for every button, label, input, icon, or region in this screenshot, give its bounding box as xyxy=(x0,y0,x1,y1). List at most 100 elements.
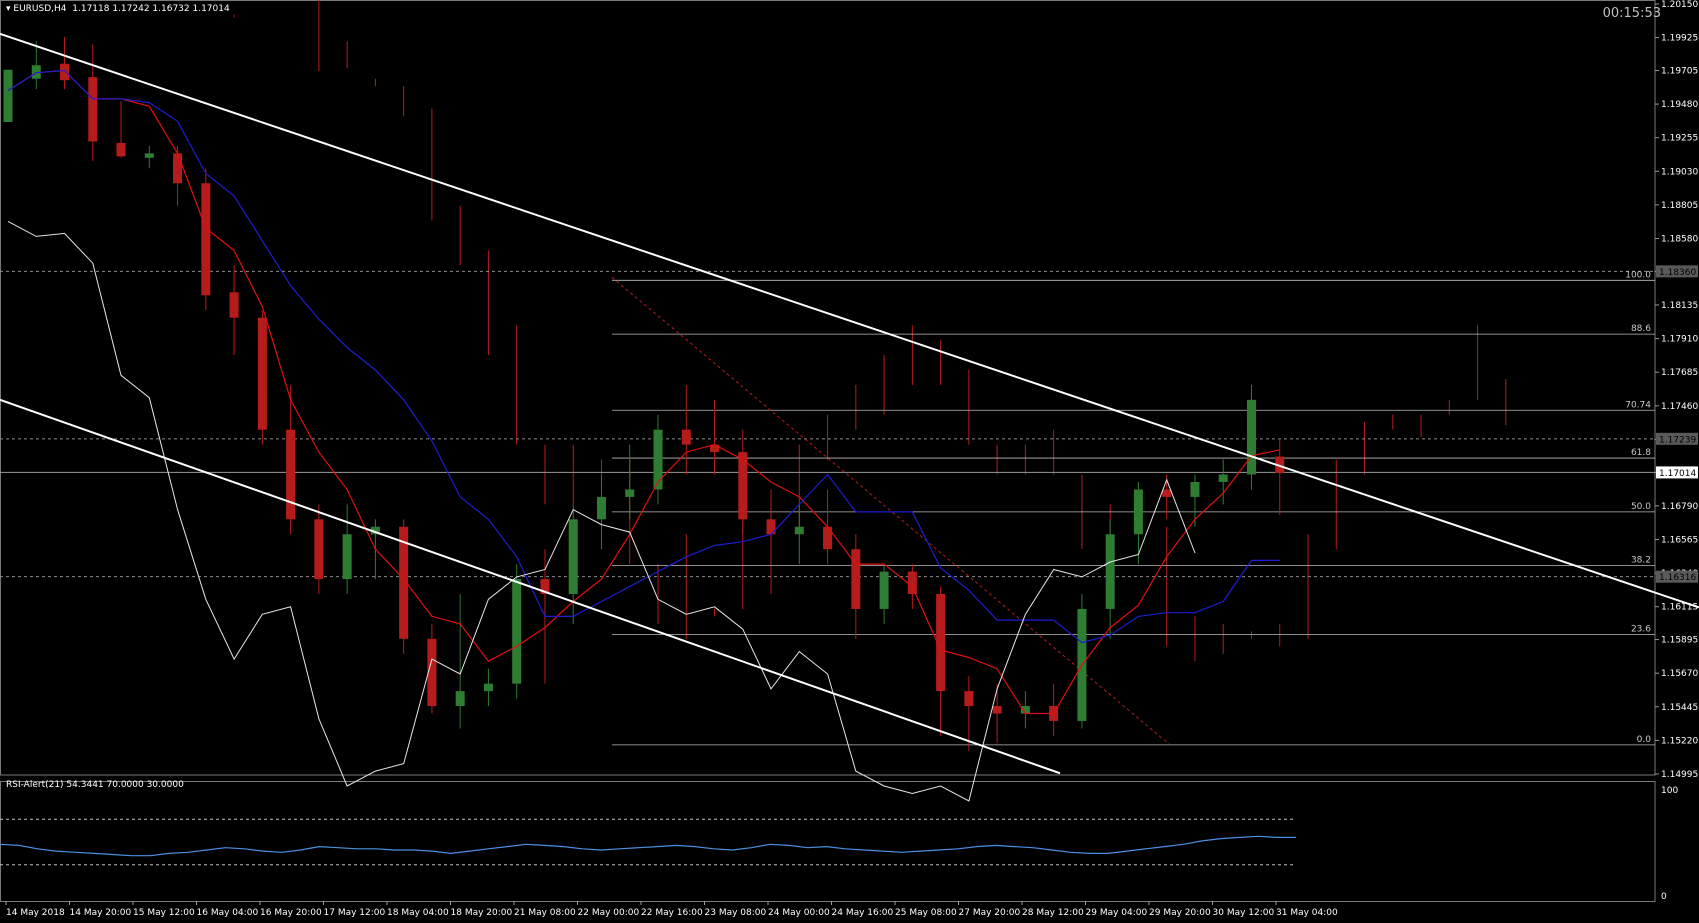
x-tick-label: 24 May 00:00 xyxy=(768,908,830,918)
rsi-y-tick-label: 0 xyxy=(1661,892,1667,902)
x-tick-label: 21 May 08:00 xyxy=(514,908,576,918)
x-tick-label: 24 May 16:00 xyxy=(832,908,894,918)
y-tick-label: 1.17460 xyxy=(1661,402,1698,412)
candle-body xyxy=(201,183,211,296)
y-tick-label: 1.19030 xyxy=(1661,167,1698,177)
x-tick-label: 22 May 00:00 xyxy=(578,908,640,918)
candle-body xyxy=(116,142,126,157)
x-tick-label: 18 May 20:00 xyxy=(451,908,513,918)
candle-body xyxy=(1133,489,1143,535)
x-tick-label: 17 May 12:00 xyxy=(324,908,386,918)
x-tick-label: 31 May 04:00 xyxy=(1276,908,1338,918)
y-tick-label: 1.14995 xyxy=(1661,770,1698,780)
candle-body xyxy=(653,429,663,490)
candle-body xyxy=(964,691,974,707)
rsi-line xyxy=(0,835,1296,857)
x-tick-label: 29 May 20:00 xyxy=(1149,908,1211,918)
y-tick-label: 1.19705 xyxy=(1661,66,1698,76)
x-tick-label: 23 May 08:00 xyxy=(705,908,767,918)
lower-trendline xyxy=(0,398,1061,775)
rsi-plot-frame xyxy=(0,781,1656,902)
symbol-info: ▾ EURUSD,H4 1.17118 1.17242 1.16732 1.17… xyxy=(6,4,230,14)
candle-body xyxy=(3,69,13,123)
candle-body xyxy=(992,706,1002,714)
y-tick-label: 1.15220 xyxy=(1661,736,1698,746)
fib-level-label: 38.2 xyxy=(1631,556,1651,566)
candle-body xyxy=(681,429,691,445)
candle-body xyxy=(1246,399,1256,475)
main-plot-frame xyxy=(0,0,1656,776)
x-tick-label: 16 May 20:00 xyxy=(260,908,322,918)
x-tick-label: 29 May 04:00 xyxy=(1086,908,1148,918)
fib-level-label: 61.8 xyxy=(1631,448,1651,458)
x-tick-label: 22 May 16:00 xyxy=(641,908,703,918)
candle-timer: 00:15:53 xyxy=(1602,6,1661,21)
fib-level-label: 100.0 xyxy=(1625,270,1651,280)
candle-body xyxy=(879,571,889,609)
fib-level-label: 70.74 xyxy=(1625,400,1651,410)
rsi-indicator-title: RSI-Alert(21) 54.3441 70.0000 30.0000 xyxy=(6,780,184,790)
candle-body xyxy=(568,519,578,595)
candle-body xyxy=(455,691,465,707)
symbol-label: EURUSD,H4 xyxy=(13,4,67,14)
candle-body xyxy=(286,429,296,520)
candle-body xyxy=(907,571,917,595)
y-tick-label: 1.19480 xyxy=(1661,100,1698,110)
candle-body xyxy=(483,683,493,692)
x-tick-label: 14 May 20:00 xyxy=(70,908,132,918)
y-tick-label: 1.15670 xyxy=(1661,669,1698,679)
rsi-y-tick-label: 100 xyxy=(1661,786,1678,796)
ohlc-values: 1.17118 1.17242 1.16732 1.17014 xyxy=(72,4,230,14)
candle-body xyxy=(1162,489,1172,497)
fib-level-label: 50.0 xyxy=(1631,502,1651,512)
x-tick-label: 14 May 2018 xyxy=(6,908,65,918)
candle-body xyxy=(342,534,352,580)
candle-body xyxy=(144,153,154,158)
y-tick-label: 1.19925 xyxy=(1661,34,1698,44)
price-label-text: 1.18360 xyxy=(1659,268,1696,278)
candle-body xyxy=(1190,481,1200,497)
candle-body xyxy=(88,77,98,142)
x-tick-label: 18 May 04:00 xyxy=(387,908,449,918)
chart-canvas: 100.0 88.6 70.74 61.8 50.0 38.2 23.6 0.0 1.20150… xyxy=(0,0,1699,918)
candle-body xyxy=(257,317,267,430)
price-label-text: 1.17014 xyxy=(1659,469,1696,479)
candle-body xyxy=(1218,474,1228,482)
candle-body xyxy=(1105,534,1115,609)
candle-body xyxy=(229,292,239,318)
x-tick-label: 15 May 12:00 xyxy=(133,908,195,918)
fib-level-label: 23.6 xyxy=(1631,624,1651,634)
y-tick-label: 1.16115 xyxy=(1661,603,1698,613)
y-tick-label: 1.18805 xyxy=(1661,201,1698,211)
x-tick-label: 30 May 12:00 xyxy=(1213,908,1275,918)
y-tick-label: 1.18580 xyxy=(1661,235,1698,245)
y-tick-label: 1.16565 xyxy=(1661,535,1698,545)
y-tick-label: 1.20150 xyxy=(1661,0,1698,10)
x-tick-label: 27 May 20:00 xyxy=(959,908,1021,918)
y-tick-label: 1.18135 xyxy=(1661,301,1698,311)
y-tick-label: 1.16790 xyxy=(1661,502,1698,512)
tenkan-line xyxy=(7,69,1280,715)
y-tick-label: 1.17685 xyxy=(1661,368,1698,378)
candle-body xyxy=(625,489,635,497)
price-label-text: 1.17239 xyxy=(1659,435,1696,445)
candle-body xyxy=(314,519,324,580)
candle-body xyxy=(512,579,522,684)
x-tick-label: 28 May 12:00 xyxy=(1022,908,1084,918)
candle-body xyxy=(851,549,861,609)
x-tick-label: 16 May 04:00 xyxy=(197,908,259,918)
y-tick-label: 1.17910 xyxy=(1661,335,1698,345)
fib-level-label: 88.6 xyxy=(1631,324,1651,334)
candle-body xyxy=(60,63,70,81)
x-tick-label: 25 May 08:00 xyxy=(895,908,957,918)
fib-level-label: 0.0 xyxy=(1637,735,1652,745)
candle-body xyxy=(173,153,183,184)
kijun-line xyxy=(7,69,1280,644)
candle-body xyxy=(766,519,776,535)
candle-body xyxy=(596,496,606,520)
y-tick-label: 1.15445 xyxy=(1661,703,1698,713)
y-tick-label: 1.19255 xyxy=(1661,134,1698,144)
price-label-text: 1.16316 xyxy=(1659,573,1696,583)
y-tick-label: 1.15895 xyxy=(1661,636,1698,646)
candle-body xyxy=(794,526,804,535)
